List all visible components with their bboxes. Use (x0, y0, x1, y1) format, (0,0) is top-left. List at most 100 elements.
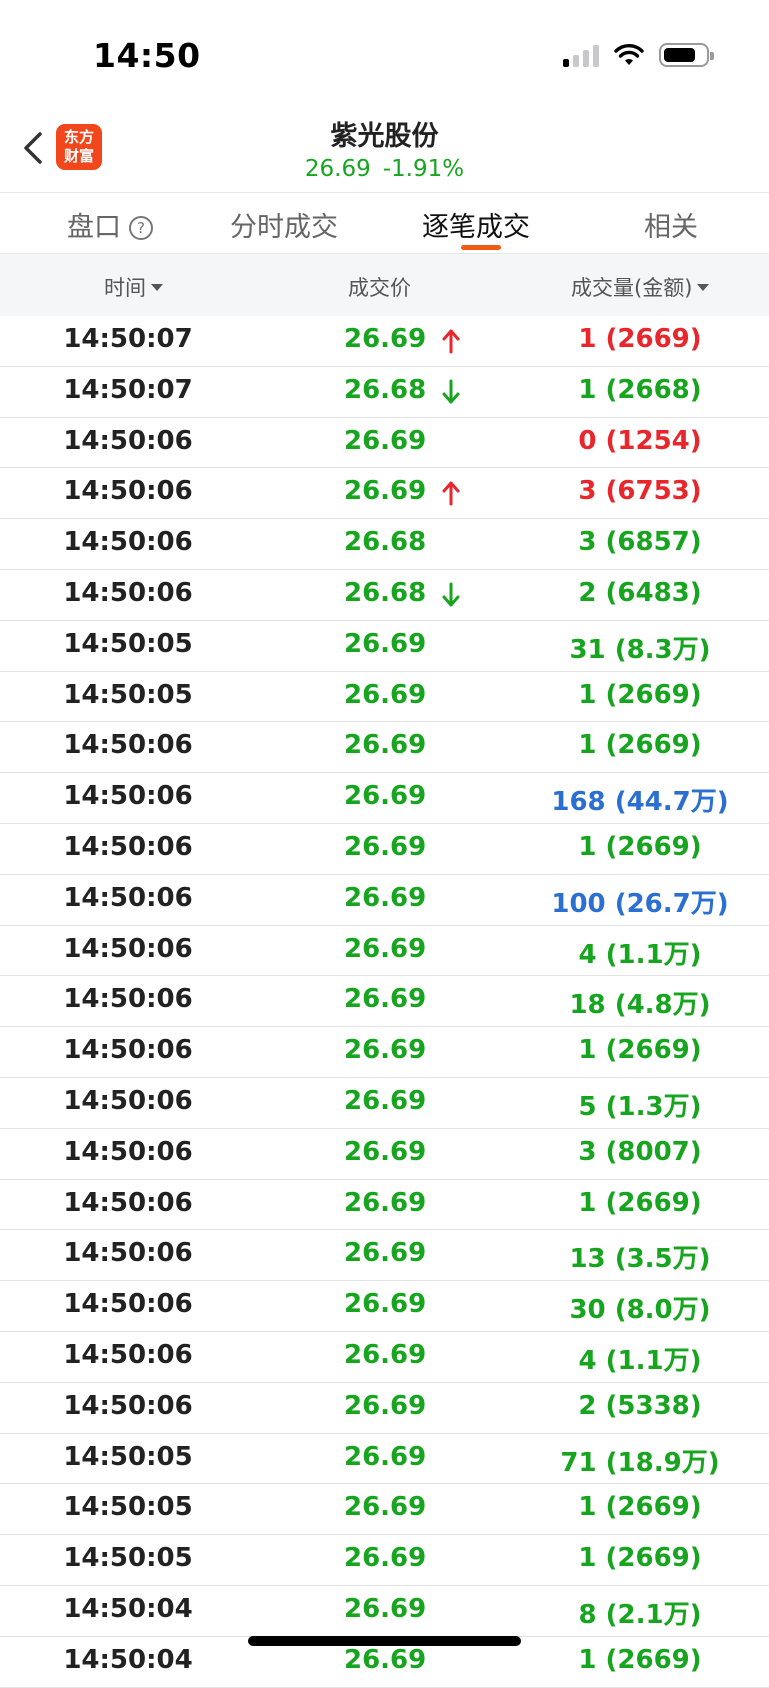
trade-price: 26.69 (344, 1035, 427, 1066)
trade-time: 14:50:06 (63, 1187, 193, 1218)
trade-price: 26.69 (344, 1492, 427, 1523)
trade-price: 26.69 (344, 730, 427, 761)
trade-time: 14:50:05 (63, 1492, 193, 1523)
trade-price: 26.69 (344, 1644, 427, 1675)
trade-time: 14:50:06 (63, 781, 193, 812)
trade-row: 14:50:04 26.69 8 (2.1万) (0, 1586, 769, 1637)
stock-quote: 26.69 -1.91% (0, 156, 769, 182)
trade-price: 26.69 (344, 1441, 427, 1472)
trade-price: 26.68 (344, 374, 427, 405)
tab-tick-trades[interactable]: 逐笔成交 (422, 205, 530, 244)
trade-row: 14:50:06 26.69 4 (1.1万) (0, 926, 769, 977)
trade-price: 26.68 (344, 527, 427, 558)
wifi-icon (614, 44, 644, 65)
arrow-up-icon (440, 480, 462, 506)
tab-related[interactable]: 相关 (644, 205, 698, 244)
trade-price: 26.69 (344, 1238, 427, 1269)
column-label: 时间 (104, 276, 146, 300)
trade-row: 14:50:06 26.69 4 (1.1万) (0, 1332, 769, 1383)
trade-volume: 1 (2669) (578, 1187, 702, 1218)
sort-caret-icon (697, 284, 710, 291)
trade-row: 14:50:06 26.68 3 (6857) (0, 519, 769, 570)
trade-price: 26.69 (344, 1390, 427, 1421)
help-icon[interactable]: ? (129, 216, 153, 240)
trade-time: 14:50:06 (63, 527, 193, 558)
tab-time-trades[interactable]: 分时成交 (230, 205, 338, 244)
trade-volume: 1 (2669) (578, 831, 702, 862)
column-header-time[interactable]: 时间 (104, 272, 163, 302)
tab-label: 逐笔成交 (422, 212, 530, 243)
stock-change: -1.91% (382, 156, 465, 182)
trade-row: 14:50:06 26.69 1 (2669) (0, 1027, 769, 1078)
trade-time: 14:50:06 (63, 577, 193, 608)
arrow-down-icon (440, 379, 462, 405)
cellular-signal-icon (563, 43, 599, 67)
trade-time: 14:50:05 (63, 679, 193, 710)
trade-volume: 1 (2669) (578, 730, 702, 761)
trade-time: 14:50:06 (63, 933, 193, 964)
active-tab-indicator (461, 245, 501, 250)
column-label: 成交价 (348, 276, 411, 300)
trade-row: 14:50:05 26.69 1 (2669) (0, 672, 769, 723)
trade-time: 14:50:05 (63, 1441, 193, 1472)
trade-time: 14:50:04 (63, 1593, 193, 1624)
trade-volume: 31 (8.3万) (569, 634, 711, 665)
trade-volume: 8 (2.1万) (578, 1599, 702, 1630)
trade-price: 26.69 (344, 1085, 427, 1116)
trade-volume: 13 (3.5万) (569, 1244, 711, 1275)
trade-row: 14:50:06 26.69 1 (2669) (0, 824, 769, 875)
trade-time: 14:50:07 (63, 324, 193, 354)
trade-row: 14:50:06 26.69 5 (1.3万) (0, 1078, 769, 1129)
trade-price: 26.69 (344, 476, 427, 507)
trade-time: 14:50:06 (63, 831, 193, 862)
tab-label: 盘口 (67, 212, 121, 243)
trade-price: 26.69 (344, 1339, 427, 1370)
stock-name: 紫光股份 (330, 121, 439, 152)
table-header: 时间 成交价 成交量(金额) (0, 254, 769, 316)
trade-price: 26.69 (344, 882, 427, 913)
trade-row: 14:50:05 26.69 1 (2669) (0, 1484, 769, 1536)
stock-header: 东方 财富 紫光股份 26.69 -1.91% (0, 110, 769, 192)
tab-bar: 盘口? 分时成交 逐笔成交 相关 (0, 192, 769, 254)
trade-time: 14:50:06 (63, 1339, 193, 1370)
trade-volume: 2 (5338) (578, 1390, 702, 1421)
trade-time: 14:50:07 (63, 374, 193, 405)
trade-list[interactable]: 14:50:07 26.69 1 (2669) 14:50:07 26.68 1 (266… (0, 316, 769, 1688)
trade-volume: 1 (2668) (578, 374, 702, 405)
trade-volume: 4 (1.1万) (578, 939, 702, 970)
trade-time: 14:50:06 (63, 730, 193, 761)
trade-time: 14:50:06 (63, 1289, 193, 1320)
tab-order-book[interactable]: 盘口? (67, 205, 153, 244)
trade-time: 14:50:06 (63, 476, 193, 507)
column-header-volume[interactable]: 成交量(金额) (571, 272, 710, 302)
trade-row: 14:50:06 26.69 100 (26.7万) (0, 875, 769, 926)
trade-volume: 18 (4.8万) (569, 990, 711, 1021)
trade-time: 14:50:06 (63, 1136, 193, 1167)
trade-price: 26.69 (344, 831, 427, 862)
trade-time: 14:50:06 (63, 425, 193, 456)
trade-time: 14:50:06 (63, 984, 193, 1015)
trade-price: 26.69 (344, 1289, 427, 1320)
trade-row: 14:50:05 26.69 31 (8.3万) (0, 621, 769, 672)
trade-row: 14:50:06 26.69 1 (2669) (0, 1180, 769, 1231)
trade-volume: 2 (6483) (578, 577, 702, 608)
trade-row: 14:50:06 26.69 3 (6753) (0, 468, 769, 520)
trade-price: 26.69 (344, 1136, 427, 1167)
sort-caret-icon (151, 284, 163, 291)
trade-row: 14:50:06 26.69 30 (8.0万) (0, 1281, 769, 1332)
trade-time: 14:50:06 (63, 1085, 193, 1116)
trade-time: 14:50:05 (63, 1543, 193, 1574)
trade-volume: 1 (2669) (578, 1644, 702, 1675)
trade-price: 26.68 (344, 577, 427, 608)
trade-row: 14:50:06 26.69 0 (1254) (0, 418, 769, 469)
trade-volume: 4 (1.1万) (578, 1345, 702, 1376)
trade-volume: 1 (2669) (578, 1492, 702, 1523)
trade-price: 26.69 (344, 679, 427, 710)
trade-volume: 3 (6857) (578, 527, 702, 558)
status-time: 14:50 (93, 36, 201, 75)
trade-volume: 30 (8.0万) (569, 1295, 711, 1326)
trade-volume: 1 (2669) (578, 1035, 702, 1066)
trade-row: 14:50:06 26.68 2 (6483) (0, 570, 769, 621)
trade-row: 14:50:06 26.69 1 (2669) (0, 722, 769, 774)
trade-volume: 3 (8007) (578, 1136, 702, 1167)
